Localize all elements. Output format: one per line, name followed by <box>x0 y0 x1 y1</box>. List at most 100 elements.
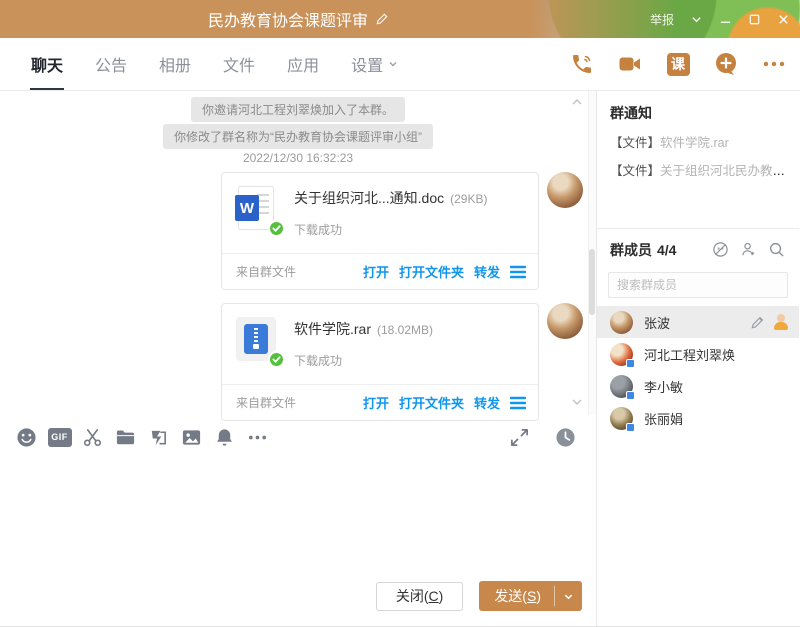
avatar[interactable] <box>547 303 583 339</box>
edit-member-card-icon[interactable] <box>750 315 765 330</box>
file-menu-icon[interactable] <box>510 396 526 410</box>
video-call-icon[interactable] <box>618 52 642 76</box>
group-title-wrap: 民办教育协会课题评审 <box>0 0 597 38</box>
system-message-line: 你修改了群名称为“民办教育协会课题评审小组” <box>0 124 596 149</box>
maximize-icon[interactable] <box>748 13 761 26</box>
close-button[interactable]: 关闭(C) <box>376 582 463 611</box>
mobile-online-badge <box>626 423 635 432</box>
file-size: (18.02MB) <box>377 323 433 337</box>
member-search <box>608 272 788 298</box>
group-notice-section: 群通知 【文件】软件学院.rar 【文件】关于组织河北民办教育... <box>597 91 799 228</box>
more-icon[interactable] <box>762 52 786 76</box>
download-status: 下载成功 <box>294 352 433 369</box>
tabbar: 聊天 公告 相册 文件 应用 设置 课 <box>0 38 800 91</box>
file-menu-icon[interactable] <box>510 265 526 279</box>
chat-call-toolbar: 课 <box>570 38 786 90</box>
qq-group-chat-window: 民办教育协会课题评审 举报 聊天 公告 相册 文件 应用 <box>0 0 800 627</box>
tab-settings[interactable]: 设置 <box>335 38 414 90</box>
scroll-up-icon[interactable] <box>570 95 584 109</box>
file-message: W 关于组织河北...通知.doc(29KB) 下载成功 <box>221 172 539 290</box>
file-card[interactable]: 软件学院.rar (18.02MB) 下载成功 来自群文件 打开 打开文件夹 转发 <box>221 303 539 421</box>
window-controls: 举报 <box>650 0 790 38</box>
scroll-down-icon[interactable] <box>570 395 584 409</box>
avatar <box>610 343 633 366</box>
group-notice-title: 群通知 <box>610 103 786 123</box>
file-card[interactable]: W 关于组织河北...通知.doc(29KB) 下载成功 <box>221 172 539 290</box>
send-file-folder-icon[interactable] <box>114 425 138 449</box>
voice-call-icon[interactable] <box>570 52 594 76</box>
members-title: 群成员 <box>610 240 652 260</box>
chevron-down-icon[interactable] <box>690 13 703 26</box>
member-name: 河北工程刘翠焕 <box>644 345 735 364</box>
add-bubble-icon[interactable] <box>714 52 738 76</box>
edit-group-name-icon[interactable] <box>375 12 389 26</box>
file-source: 来自群文件 <box>236 394 296 411</box>
download-success-icon <box>268 351 285 368</box>
tab-chat[interactable]: 聊天 <box>15 38 79 90</box>
tab-apps[interactable]: 应用 <box>271 38 335 90</box>
members-count: 4/4 <box>657 242 676 258</box>
open-file-button[interactable]: 打开 <box>363 393 389 412</box>
member-row-zhanglijuan[interactable]: 张丽娟 <box>597 402 799 434</box>
member-name: 张波 <box>644 313 670 332</box>
file-name: 软件学院.rar <box>294 321 371 337</box>
forward-button[interactable]: 转发 <box>474 393 500 412</box>
tab-files[interactable]: 文件 <box>207 38 271 90</box>
chevron-down-icon <box>388 59 398 69</box>
open-folder-button[interactable]: 打开文件夹 <box>399 262 464 281</box>
member-status-icon <box>773 314 789 330</box>
add-member-icon[interactable] <box>740 241 758 259</box>
file-name: 关于组织河北...通知.doc <box>294 190 444 206</box>
tab-album[interactable]: 相册 <box>143 38 207 90</box>
system-message: 你邀请河北工程刘翠焕加入了本群。 <box>191 97 405 122</box>
screenshot-scissors-icon[interactable] <box>81 425 105 449</box>
send-button[interactable]: 发送(S) <box>479 581 582 611</box>
search-icon[interactable] <box>768 241 786 259</box>
close-icon[interactable] <box>777 13 790 26</box>
chat-message-area: 你邀请河北工程刘翠焕加入了本群。 你修改了群名称为“民办教育协会课题评审小组” … <box>0 91 596 415</box>
system-message-line: 你邀请河北工程刘翠焕加入了本群。 <box>0 97 596 122</box>
group-title: 民办教育协会课题评审 <box>208 7 368 31</box>
send-options-icon[interactable] <box>555 581 582 611</box>
titlebar: 民办教育协会课题评审 举报 <box>0 0 800 38</box>
emoji-icon[interactable] <box>15 425 39 449</box>
avatar <box>610 407 633 430</box>
member-row-liucuihuan[interactable]: 河北工程刘翠焕 <box>597 338 799 370</box>
message-history-clock-icon[interactable] <box>554 425 578 449</box>
avatar[interactable] <box>547 172 583 208</box>
open-file-button[interactable]: 打开 <box>363 262 389 281</box>
file-source: 来自群文件 <box>236 263 296 280</box>
open-folder-button[interactable]: 打开文件夹 <box>399 393 464 412</box>
chat-scrollbar[interactable] <box>588 91 596 415</box>
minimize-icon[interactable] <box>719 13 732 26</box>
expand-icon[interactable] <box>507 425 531 449</box>
mobile-online-badge <box>626 359 635 368</box>
more-icon[interactable] <box>246 425 270 449</box>
message-input[interactable] <box>0 459 596 577</box>
notice-item[interactable]: 【文件】软件学院.rar <box>610 132 786 151</box>
image-icon[interactable] <box>180 425 204 449</box>
main-content: 你邀请河北工程刘翠焕加入了本群。 你修改了群名称为“民办教育协会课题评审小组” … <box>0 91 800 627</box>
mute-all-icon[interactable] <box>712 241 730 259</box>
report-button[interactable]: 举报 <box>650 11 674 28</box>
forward-button[interactable]: 转发 <box>474 262 500 281</box>
group-class-icon[interactable]: 课 <box>666 52 690 76</box>
window-shake-icon[interactable] <box>147 425 171 449</box>
avatar <box>610 311 633 334</box>
notice-item[interactable]: 【文件】关于组织河北民办教育... <box>610 160 786 179</box>
tab-announcement[interactable]: 公告 <box>79 38 143 90</box>
group-remind-bell-icon[interactable] <box>213 425 237 449</box>
member-row-zhangbo[interactable]: 张波 <box>597 306 799 338</box>
member-row-lixiaomin[interactable]: 李小敏 <box>597 370 799 402</box>
member-name: 张丽娟 <box>644 409 683 428</box>
input-toolbar: GIF <box>0 415 596 459</box>
gif-icon[interactable]: GIF <box>48 425 72 449</box>
group-members-section: 群成员 4/4 <box>597 228 799 434</box>
footer-buttons: 关闭(C) 发送(S) <box>376 581 582 611</box>
member-search-input[interactable] <box>608 272 788 298</box>
system-message: 你修改了群名称为“民办教育协会课题评审小组” <box>163 124 433 149</box>
avatar <box>610 375 633 398</box>
chat-column: 你邀请河北工程刘翠焕加入了本群。 你修改了群名称为“民办教育协会课题评审小组” … <box>0 91 597 627</box>
download-success-icon <box>268 220 285 237</box>
chat-scrollbar-thumb[interactable] <box>589 249 595 315</box>
